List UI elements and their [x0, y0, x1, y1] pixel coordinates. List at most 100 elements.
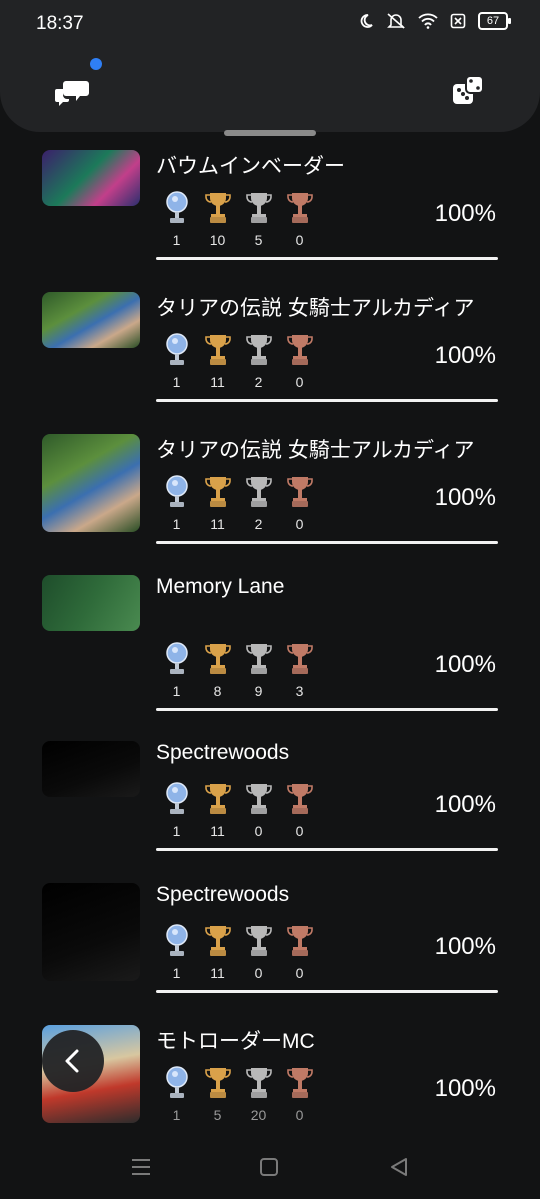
trophy-counts: 1 10 5 0	[160, 190, 316, 248]
platinum-count: 1	[172, 683, 181, 699]
trophy-bronze: 0	[283, 190, 316, 248]
battery-icon: 67	[478, 12, 511, 30]
nav-back-button[interactable]	[386, 1154, 412, 1180]
trophy-platinum: 1	[160, 1065, 193, 1123]
gold-count: 11	[210, 823, 225, 839]
moon-icon	[360, 14, 373, 28]
gold-trophy-icon	[204, 193, 231, 223]
trophy-bronze: 0	[283, 1065, 316, 1123]
trophy-platinum: 1	[160, 474, 193, 532]
completion-percent: 100%	[434, 484, 496, 511]
bronze-trophy-icon	[286, 335, 313, 365]
completion-progress-bar	[156, 399, 498, 402]
trophy-gold: 11	[201, 474, 234, 532]
bronze-count: 0	[295, 965, 304, 981]
silver-count: 2	[254, 374, 263, 390]
platinum-trophy-icon	[165, 191, 188, 223]
nav-home-button[interactable]	[256, 1154, 282, 1180]
nav-menu-button[interactable]	[128, 1154, 154, 1180]
game-title: Spectrewoods	[156, 883, 290, 906]
silver-count: 5	[254, 232, 263, 248]
game-title: バウムインベーダー	[156, 155, 345, 178]
silver-trophy-icon	[245, 1068, 272, 1098]
silver-trophy-icon	[245, 644, 272, 674]
silver-count: 9	[254, 683, 263, 699]
trophy-silver: 20	[242, 1065, 275, 1123]
bronze-count: 3	[295, 683, 304, 699]
game-thumbnail	[42, 150, 140, 206]
game-thumbnail	[42, 883, 140, 981]
platinum-count: 1	[172, 1107, 181, 1123]
trophy-bronze: 0	[283, 332, 316, 390]
chat-bubbles-icon	[55, 81, 89, 106]
platinum-count: 1	[172, 965, 181, 981]
trophy-silver: 0	[242, 923, 275, 981]
trophy-bronze: 0	[283, 474, 316, 532]
trophy-gold: 8	[201, 641, 234, 699]
gold-count: 11	[210, 374, 225, 390]
platinum-trophy-icon	[165, 333, 188, 365]
bronze-count: 0	[295, 232, 304, 248]
silver-trophy-icon	[245, 784, 272, 814]
platinum-trophy-icon	[165, 782, 188, 814]
trophy-silver: 9	[242, 641, 275, 699]
dice-icon	[453, 75, 484, 104]
chat-button[interactable]	[52, 72, 92, 112]
platinum-trophy-icon	[165, 1066, 188, 1098]
gold-trophy-icon	[204, 926, 231, 956]
trophy-counts: 1 11 2 0	[160, 332, 316, 390]
game-title: タリアの伝説 女騎士アルカディア	[156, 439, 475, 462]
completion-percent: 100%	[434, 791, 496, 818]
trophy-platinum: 1	[160, 781, 193, 839]
platinum-count: 1	[172, 516, 181, 532]
trophy-counts: 1 11 0 0	[160, 781, 316, 839]
gold-count: 5	[213, 1107, 222, 1123]
trophy-platinum: 1	[160, 190, 193, 248]
game-title: モトローダーMC	[156, 1030, 315, 1053]
notification-dot	[90, 58, 102, 70]
trophy-silver: 2	[242, 332, 275, 390]
gold-count: 8	[213, 683, 222, 699]
game-thumbnail	[42, 575, 140, 631]
bronze-count: 0	[295, 374, 304, 390]
back-button[interactable]	[42, 1030, 104, 1092]
trophy-gold: 11	[201, 332, 234, 390]
gold-trophy-icon	[204, 644, 231, 674]
game-title: Spectrewoods	[156, 741, 290, 764]
bronze-trophy-icon	[286, 926, 313, 956]
platinum-count: 1	[172, 232, 181, 248]
completion-progress-bar	[156, 708, 498, 711]
trophy-counts: 1 11 0 0	[160, 923, 316, 981]
trophy-silver: 0	[242, 781, 275, 839]
drag-handle[interactable]	[224, 130, 316, 136]
gold-trophy-icon	[204, 335, 231, 365]
completion-progress-bar	[156, 848, 498, 851]
trophy-bronze: 3	[283, 641, 316, 699]
completion-progress-bar	[156, 541, 498, 544]
bronze-count: 0	[295, 823, 304, 839]
trophy-gold: 11	[201, 923, 234, 981]
random-game-button[interactable]	[448, 70, 488, 110]
silver-trophy-icon	[245, 193, 272, 223]
trophy-counts: 1 11 2 0	[160, 474, 316, 532]
gold-trophy-icon	[204, 1068, 231, 1098]
trophy-gold: 10	[201, 190, 234, 248]
gold-trophy-icon	[204, 477, 231, 507]
completion-progress-bar	[156, 990, 498, 993]
home-square-icon	[260, 1158, 278, 1176]
silver-count: 0	[254, 965, 263, 981]
silver-count: 0	[254, 823, 263, 839]
gold-count: 11	[210, 516, 225, 532]
trophy-platinum: 1	[160, 332, 193, 390]
completion-percent: 100%	[434, 342, 496, 369]
trophy-silver: 2	[242, 474, 275, 532]
platinum-trophy-icon	[165, 475, 188, 507]
platinum-trophy-icon	[165, 642, 188, 674]
platinum-count: 1	[172, 823, 181, 839]
bronze-trophy-icon	[286, 477, 313, 507]
status-bar: 18:37 67	[0, 0, 540, 48]
trophy-platinum: 1	[160, 641, 193, 699]
bronze-count: 0	[295, 1107, 304, 1123]
silver-trophy-icon	[245, 477, 272, 507]
game-thumbnail	[42, 292, 140, 348]
